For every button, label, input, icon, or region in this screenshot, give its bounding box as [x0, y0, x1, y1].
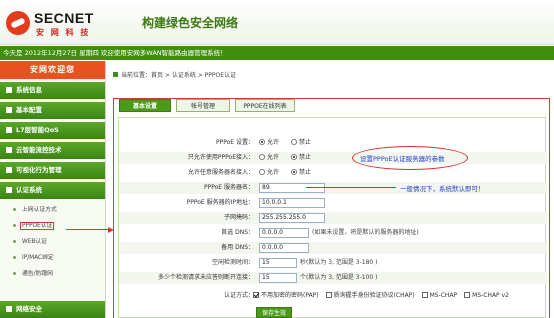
- menu-item-system-info[interactable]: 系统信息: [0, 82, 105, 99]
- label-only-pppoe: 只允许使用PPPoE接入：: [187, 154, 254, 161]
- breadcrumb: 当前位置：首页 > 认证系统 > PPPOE认证: [113, 70, 236, 79]
- row-pppoe-setting: PPPoE 设置： 允许 禁止: [119, 137, 547, 149]
- checkbox-ms-chap-v2[interactable]: [464, 292, 471, 298]
- menu-square-icon: [6, 126, 12, 133]
- label-server-name: PPPoE 服务器名：: [203, 184, 254, 191]
- tab-basic-settings[interactable]: 基本设置: [119, 99, 171, 112]
- row-allow-any-server: 允许任意服务器名接入： 允许 禁止: [119, 167, 547, 179]
- save-button[interactable]: 保存生效: [256, 307, 292, 318]
- idle-time-input[interactable]: 15: [259, 257, 297, 268]
- sidebar: 安网欢迎您 系统信息 基本配置 L7层智能QoS 云智能流控技术 可视化行为管理…: [0, 61, 106, 318]
- row-primary-dns: 首选 DNS： 0.0.0.0 (如果未设置，将是默认的服务器的地址): [119, 227, 547, 239]
- location-icon: [113, 72, 118, 77]
- checkbox-pap[interactable]: [253, 292, 259, 298]
- label-allow-any-server: 允许任意服务器名接入：: [187, 169, 254, 176]
- menu-square-icon: [6, 305, 12, 312]
- note-line: [306, 187, 396, 188]
- row-only-pppoe: 只允许使用PPPoE接入： 允许 禁止: [119, 152, 547, 164]
- checkbox-chap[interactable]: [325, 292, 332, 298]
- label-backup-dns: 备用 DNS：: [221, 244, 254, 251]
- menu-square-icon: [6, 146, 12, 153]
- settings-form: PPPoE 设置： 允许 禁止 只允许使用PPPoE接入： 允许 禁止 允许任意…: [118, 117, 547, 318]
- idle-time-hint: 秒(默认为 3, 范围是 3-180 ): [300, 259, 378, 266]
- label-pppoe-setting: PPPoE 设置：: [215, 139, 254, 146]
- sidebar-title: 安网欢迎您: [0, 61, 105, 79]
- max-requests-input[interactable]: 15: [259, 272, 297, 283]
- tab-account-mgmt[interactable]: 帐号管理: [176, 99, 230, 112]
- callout-text: 设置PPPoE认证服务器的参数: [360, 155, 445, 163]
- label-max-requests: 多少个检测请求未应答则断开连接：: [157, 274, 254, 281]
- row-server-ip: PPPoE 服务器的IP地址： 10.0.0.1: [119, 197, 547, 209]
- logo-brand: SECNET: [34, 10, 94, 26]
- sub-item-auth-method[interactable]: 上网认证方式: [0, 202, 105, 218]
- secnet-logo: SECNET 安 网 科 技: [6, 8, 132, 40]
- menu-square-icon: [6, 106, 12, 113]
- sub-item-ip-mac-binding[interactable]: IP/MAC绑定: [0, 250, 105, 266]
- checkbox-ms-chap[interactable]: [421, 292, 428, 298]
- menu-square-icon: [6, 86, 12, 93]
- radio-any-server-allow[interactable]: [259, 169, 265, 175]
- menu-item-auth-system[interactable]: 认证系统: [0, 182, 105, 199]
- welcome-bar: 今天是 2012年12月27日 星期四 欢迎使用安网多WAN智能路由器管理系统！: [0, 46, 554, 60]
- radio-only-pppoe-allow[interactable]: [259, 154, 265, 160]
- tab-pppoe-online[interactable]: PPPOE在线列表: [235, 99, 295, 112]
- menu-item-behavior-mgmt[interactable]: 可视化行为管理: [0, 162, 105, 179]
- auth-submenu: 上网认证方式 PPPOE认证 WEB认证 IP/MAC绑定 通告/防蹭网: [0, 199, 105, 285]
- sub-item-web-auth[interactable]: WEB认证: [0, 234, 105, 250]
- primary-dns-input[interactable]: 0.0.0.0: [259, 227, 309, 238]
- sub-item-notice[interactable]: 通告/防蹭网: [0, 266, 105, 282]
- radio-pppoe-deny[interactable]: [290, 139, 297, 145]
- radio-only-pppoe-deny[interactable]: [290, 154, 297, 160]
- label-auth-method: 认证方式：: [223, 292, 254, 299]
- primary-dns-hint: (如果未设置，将是默认的服务器的地址): [312, 229, 419, 236]
- tab-bar: 基本设置 帐号管理 PPPOE在线列表: [113, 98, 550, 113]
- max-requests-hint: 个(默认为 3, 范围是 3-100 ): [300, 274, 378, 281]
- menu-item-l7-qos[interactable]: L7层智能QoS: [0, 122, 105, 139]
- red-arrow-annotation: [66, 227, 114, 233]
- note-text: 一般情况下，系统默认即可！: [400, 185, 485, 193]
- row-idle-time: 空闲检测时间： 15 秒(默认为 3, 范围是 3-180 ): [119, 257, 547, 269]
- menu-item-cloud-flow[interactable]: 云智能流控技术: [0, 142, 105, 159]
- header: SECNET 安 网 科 技 构建绿色安全网络: [0, 0, 554, 45]
- radio-any-server-deny[interactable]: [290, 169, 297, 175]
- menu-item-network-security[interactable]: 网络安全: [0, 301, 105, 318]
- radio-pppoe-allow[interactable]: [259, 139, 265, 145]
- logo-mark-icon: [6, 11, 30, 35]
- slogan: 构建绿色安全网络: [142, 16, 239, 30]
- row-max-requests: 多少个检测请求未应答则断开连接： 15 个(默认为 3, 范围是 3-100 ): [119, 272, 547, 284]
- menu-square-icon: [6, 186, 12, 193]
- backup-dns-input[interactable]: 0.0.0.0: [259, 242, 309, 253]
- server-ip-input[interactable]: 10.0.0.1: [259, 197, 325, 208]
- label-primary-dns: 首选 DNS：: [221, 229, 254, 236]
- menu-square-icon: [6, 166, 12, 173]
- row-backup-dns: 备用 DNS： 0.0.0.0: [119, 242, 547, 254]
- label-server-ip: PPPoE 服务器的IP地址：: [186, 199, 254, 206]
- subnet-mask-input[interactable]: 255.255.255.0: [259, 212, 325, 223]
- row-subnet-mask: 子网掩码： 255.255.255.0: [119, 212, 547, 224]
- label-idle-time: 空闲检测时间：: [211, 259, 254, 266]
- label-subnet-mask: 子网掩码：: [223, 214, 254, 221]
- logo-brand-cn: 安 网 科 技: [36, 28, 91, 37]
- menu-item-basic-config[interactable]: 基本配置: [0, 102, 105, 119]
- row-auth-method: 认证方式： 不用加密的密码(PAP) 质询握手身份验证协议(CHAP) MS-C…: [119, 290, 547, 302]
